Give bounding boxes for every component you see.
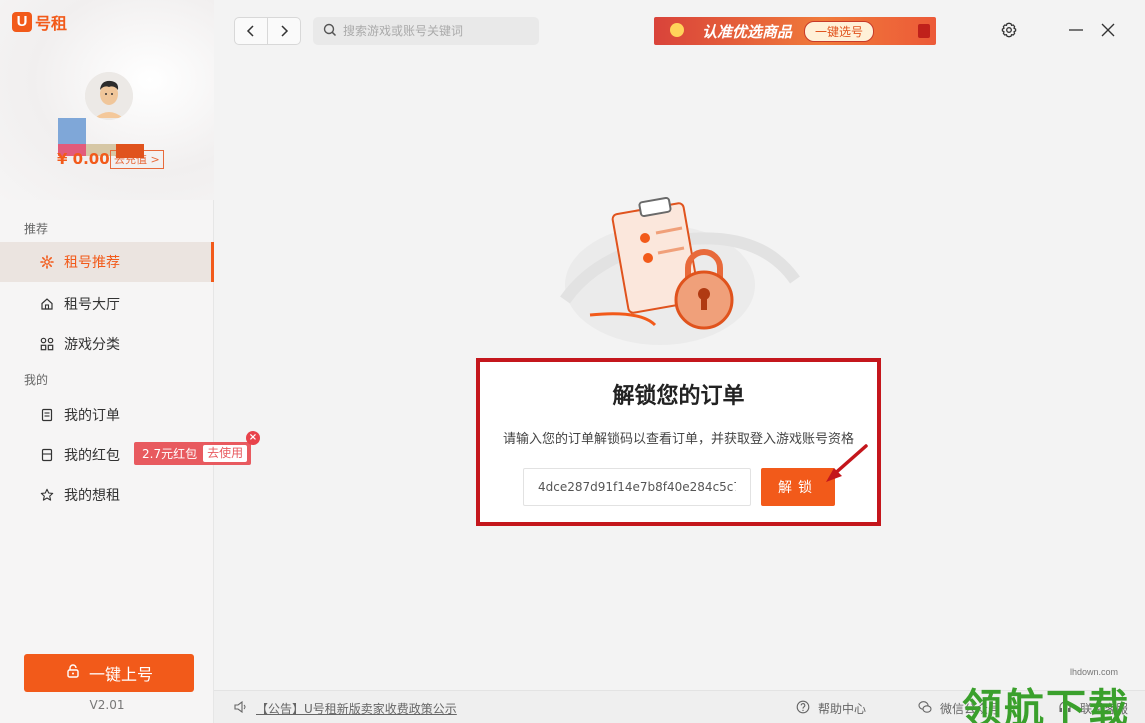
sidebar-item-my-wishlist[interactable]: 我的想租 [0,475,214,515]
sidebar-item-label: 我的订单 [64,408,120,424]
back-button[interactable] [235,18,268,44]
app-version: V2.01 [89,698,125,712]
wechat-icon [918,700,932,717]
star-icon [40,488,54,502]
logo-text: 号租 [35,14,68,33]
watermark: lhdown.com 领航下载 [958,664,1145,723]
one-key-login-button[interactable]: 一键上号 [24,654,194,692]
unlock-code-input[interactable] [523,468,751,506]
banner-slogan: 认准优选商品 [702,22,793,41]
sidebar-item-my-orders[interactable]: 我的订单 [0,395,214,435]
settings-gear-icon[interactable] [999,20,1019,40]
announcement-text[interactable]: 【公告】U号租新版卖家收费政策公示 [256,700,457,717]
banner-pick-button[interactable]: 一键选号 [804,20,875,42]
chevron-right-icon [281,25,289,37]
balance-block: ¥ 0.00 去充值 > [57,118,167,170]
document-icon [40,408,54,422]
watermark-text: 领航下载 [962,686,1130,723]
search-bar[interactable] [313,17,539,45]
help-center-link[interactable]: 帮助中心 [796,700,866,717]
pointer-arrow-icon [826,444,868,482]
lock-clipboard-illustration [560,190,800,350]
one-key-login-label: 一键上号 [88,665,153,684]
promo-banner[interactable]: 认准优选商品 一键选号 [654,17,936,45]
speaker-icon [234,700,248,716]
gear-flower-icon [40,255,54,269]
avatar[interactable] [85,72,133,120]
sidebar-item-label: 游戏分类 [64,337,120,353]
redpack-promo-tag[interactable]: 2.7元红包 去使用 [134,442,252,465]
question-icon [796,700,810,717]
redpack-use-button[interactable]: 去使用 [203,445,248,462]
chevron-left-icon [246,25,254,37]
sidebar-item-label: 租号大厅 [64,297,120,313]
coin-icon [670,23,684,37]
redacted-block [116,144,144,158]
dialog-description: 请输入您的订单解锁码以查看订单，并获取登入游戏账号资格 [502,432,854,447]
dialog-title: 解锁您的订单 [612,384,745,409]
wallet-icon [40,448,54,462]
forward-button[interactable] [268,18,300,44]
sidebar-item-label: 我的红包 [64,448,120,464]
search-icon [323,22,337,41]
sidebar-item-rent-recommend[interactable]: 租号推荐 [0,242,214,282]
section-title-mine: 我的 [24,373,49,387]
close-icon[interactable]: × [246,431,260,445]
lock-icon [65,663,81,683]
announcement[interactable]: 【公告】U号租新版卖家收费政策公示 [234,700,457,717]
minimize-icon[interactable] [1066,20,1086,40]
section-title-recommend: 推荐 [24,222,49,236]
redacted-block [58,118,86,144]
sidebar-item-label: 我的想租 [64,488,120,504]
sidebar-item-label: 租号推荐 [64,255,120,271]
sidebar-item-game-categories[interactable]: 游戏分类 [0,324,214,364]
grid-icon [40,337,54,351]
sidebar: U 号租 ¥ 0.00 去充值 > 推荐 租号推荐 租号大厅 游戏分类 我的 我… [0,0,214,723]
redpack-amount: 2.7元红包 [142,447,198,461]
red-envelope-icon [918,24,930,38]
home-icon [40,297,54,311]
app-logo: U 号租 [12,10,67,34]
logo-badge: U [12,12,32,32]
history-nav [234,17,301,45]
sidebar-item-rent-hall[interactable]: 租号大厅 [0,284,214,324]
search-input[interactable] [343,24,523,38]
help-center-label: 帮助中心 [818,702,867,716]
balance-amount: ¥ 0.00 [57,150,110,168]
window-close-icon[interactable] [1098,20,1118,40]
